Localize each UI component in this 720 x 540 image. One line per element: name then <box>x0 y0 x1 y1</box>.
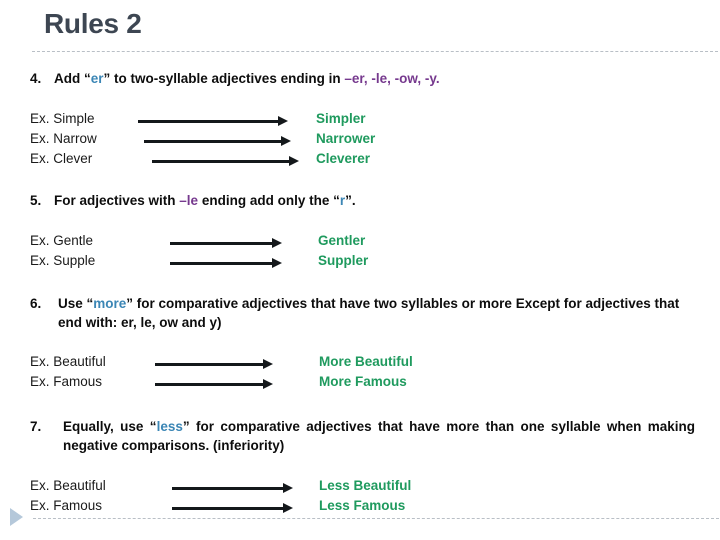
arrow-right-icon <box>155 379 273 390</box>
play-triangle-icon <box>10 508 23 526</box>
divider-top <box>32 51 718 52</box>
rule-5: 5. For adjectives with –le ending add on… <box>30 191 670 210</box>
rule-5-number: 5. <box>30 193 42 208</box>
rule-6-text-before: Use “ <box>58 296 94 311</box>
rule-4-endings: –er, -le, -ow, -y. <box>344 71 440 86</box>
rule-7-text-before: Equally, use “ <box>63 419 157 434</box>
arrow-right-icon <box>172 503 293 514</box>
page-title: Rules 2 <box>44 8 142 39</box>
example-result: Cleverer <box>316 151 371 166</box>
rule-7-highlight: less <box>156 419 183 434</box>
rule-5-text-after: ”. <box>345 193 356 208</box>
arrow-right-icon <box>144 136 291 147</box>
example-source: Ex. Beautiful <box>30 354 106 369</box>
example-source: Ex. Famous <box>30 374 103 389</box>
rule-4-highlight: er <box>90 71 104 86</box>
rule-6-text-after: ” for comparative adjectives that have t… <box>58 296 680 330</box>
example-result: Narrower <box>316 131 376 146</box>
rule-4: 4. Add “er” to two-syllable adjectives e… <box>30 69 670 88</box>
rule-5-text: For adjectives with –le ending add only … <box>30 191 670 210</box>
example-source: Ex. Famous <box>30 498 103 513</box>
rule-6-number: 6. <box>30 296 42 311</box>
rule-4-text-before: Add “ <box>54 71 91 86</box>
rule-6: 6. Use “more” for comparative adjectives… <box>30 294 695 332</box>
rule-7: 7. Equally, use “less” for comparative a… <box>30 417 695 455</box>
arrow-right-icon <box>138 116 288 127</box>
rule-5-text-before: For adjectives with <box>54 193 180 208</box>
example-result: Less Beautiful <box>319 478 412 493</box>
rule-4-text-after: ” to two-syllable adjectives ending in <box>103 71 345 86</box>
example-source: Ex. Beautiful <box>30 478 106 493</box>
example-result: Simpler <box>316 111 366 126</box>
example-result: Gentler <box>318 233 366 248</box>
rule-7-text: Equally, use “less” for comparative adje… <box>30 417 695 455</box>
slide-canvas: Rules 2 4. Add “er” to two-syllable adje… <box>0 0 720 540</box>
example-result: Less Famous <box>319 498 406 513</box>
rule-6-highlight: more <box>93 296 127 311</box>
arrow-right-icon <box>152 156 299 167</box>
divider-bottom <box>33 518 719 519</box>
example-result: More Famous <box>319 374 407 389</box>
example-source: Ex. Clever <box>30 151 93 166</box>
rule-5-text-mid: ending add only the “ <box>198 193 340 208</box>
example-source: Ex. Supple <box>30 253 96 268</box>
arrow-right-icon <box>155 359 273 370</box>
example-source: Ex. Simple <box>30 111 95 126</box>
rule-6-text: Use “more” for comparative adjectives th… <box>30 294 695 332</box>
rule-4-text: Add “er” to two-syllable adjectives endi… <box>30 69 670 88</box>
rule-7-number: 7. <box>30 419 42 434</box>
arrow-right-icon <box>172 483 293 494</box>
example-source: Ex. Gentle <box>30 233 94 248</box>
arrow-right-icon <box>170 258 282 269</box>
rule-5-highlight: –le <box>179 193 199 208</box>
rule-4-number: 4. <box>30 71 42 86</box>
example-result: Suppler <box>318 253 369 268</box>
arrow-right-icon <box>170 238 282 249</box>
example-source: Ex. Narrow <box>30 131 97 146</box>
example-result: More Beautiful <box>319 354 413 369</box>
